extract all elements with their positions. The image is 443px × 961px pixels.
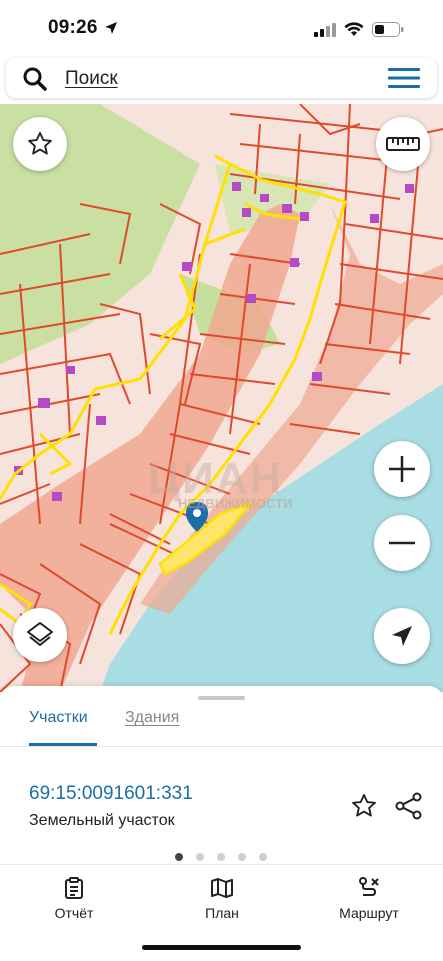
ruler-button[interactable] xyxy=(376,117,430,171)
nav-plan-label: План xyxy=(205,905,239,921)
status-time: 09:26 xyxy=(48,17,98,38)
battery-icon xyxy=(372,22,404,42)
route-icon xyxy=(359,877,379,896)
my-location-button[interactable] xyxy=(374,608,430,664)
map-icon xyxy=(211,878,233,898)
bottom-sheet[interactable]: Участки Здания 69:15:0091601:331 Земельн… xyxy=(0,686,443,864)
layers-button[interactable] xyxy=(13,608,67,662)
zoom-out-button[interactable] xyxy=(374,515,430,571)
zoom-in-button[interactable] xyxy=(374,441,430,497)
nav-plan[interactable]: План xyxy=(190,877,254,921)
tab-buildings[interactable]: Здания xyxy=(125,709,179,727)
page-dot[interactable] xyxy=(259,853,267,861)
favorite-button[interactable] xyxy=(13,117,67,171)
nav-route-label: Маршрут xyxy=(339,905,399,921)
status-bar: 09:26 xyxy=(0,0,443,56)
share-icon[interactable] xyxy=(395,792,423,825)
minus-icon xyxy=(389,541,415,545)
search-icon[interactable] xyxy=(22,66,48,97)
cadastral-map[interactable]: ЦИАН НЕДВИЖИМОСТИ xyxy=(0,104,443,692)
page-dot[interactable] xyxy=(217,853,225,861)
map-canvas[interactable] xyxy=(0,104,443,692)
star-icon xyxy=(28,131,52,155)
plus-icon xyxy=(389,456,415,482)
navigation-arrow-icon xyxy=(392,626,412,646)
search-input[interactable]: Поиск xyxy=(65,68,118,90)
save-plot-star-icon[interactable] xyxy=(350,792,378,825)
nav-route[interactable]: Маршрут xyxy=(330,877,408,921)
hamburger-menu-icon[interactable] xyxy=(388,67,420,94)
ruler-icon xyxy=(386,137,420,151)
cellular-signal-icon xyxy=(314,23,336,42)
page-dot[interactable] xyxy=(196,853,204,861)
page-dot[interactable] xyxy=(238,853,246,861)
location-arrow-icon xyxy=(104,21,118,40)
wifi-icon xyxy=(344,21,364,42)
nav-report[interactable]: Отчёт xyxy=(42,877,106,921)
report-icon xyxy=(65,877,83,899)
cadastral-number-link[interactable]: 69:15:0091601:331 xyxy=(29,783,193,805)
home-indicator xyxy=(142,945,301,950)
tab-plots[interactable]: Участки xyxy=(29,709,88,727)
nav-report-label: Отчёт xyxy=(54,905,94,921)
property-type: Земельный участок xyxy=(29,812,175,829)
sheet-drag-handle[interactable] xyxy=(198,696,245,700)
tab-divider xyxy=(0,746,443,747)
map-watermark-subtitle: НЕДВИЖИМОСТИ xyxy=(178,496,293,511)
layers-icon xyxy=(27,622,53,646)
search-bar[interactable]: Поиск xyxy=(6,58,437,98)
page-dot[interactable] xyxy=(175,853,183,861)
